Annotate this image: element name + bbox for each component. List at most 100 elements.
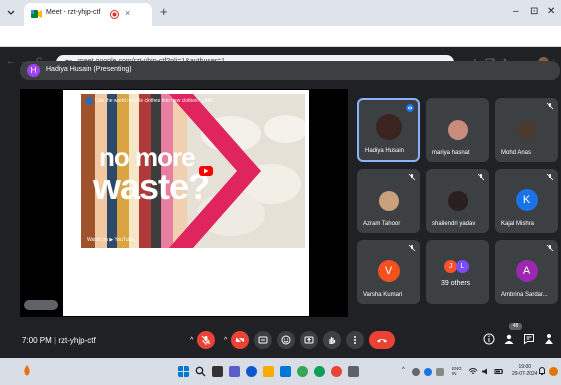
present-icon [304, 336, 314, 344]
new-tab-button[interactable]: + [160, 4, 168, 19]
present-screen-button[interactable] [300, 331, 318, 349]
windows-start-icon[interactable] [178, 366, 189, 377]
participant-photo [378, 191, 399, 211]
participant-tile[interactable]: Azram Tahoor [357, 169, 420, 233]
others-tile[interactable]: J L 39 others [426, 240, 489, 304]
video-headline-line2: waste? [93, 166, 210, 207]
tab-search-icon[interactable] [6, 8, 16, 18]
mic-muted-icon [408, 173, 416, 181]
youtube-play-icon[interactable] [199, 166, 213, 176]
channel-avatar[interactable] [85, 97, 93, 105]
language-indicator[interactable]: ENG IN [452, 366, 462, 376]
app-icon[interactable] [314, 366, 325, 377]
file-explorer-icon[interactable] [263, 366, 274, 377]
participant-initial-avatar: K [515, 189, 538, 211]
meeting-controls-bar: 7:00 PM | rzt-yhjp-ctf ^ ^ 48 [0, 322, 561, 358]
emoji-icon [281, 335, 291, 345]
volume-icon[interactable] [481, 366, 491, 377]
onedrive-icon[interactable] [412, 368, 420, 376]
speaking-indicator-icon [406, 104, 414, 112]
browser-tab-meet[interactable]: Meet - rzt-yhjp-ctf × [24, 3, 152, 26]
watch-on-youtube-link[interactable]: Watch on ▶ YouTube [87, 237, 134, 243]
participant-tile[interactable]: Mohd Anas [495, 98, 558, 162]
presenter-label: Hadiya Husain (Presenting) [46, 66, 132, 73]
meeting-details-icon[interactable] [483, 333, 495, 345]
youtube-video-embed[interactable]: Can the world recycle clothes into new c… [81, 94, 305, 248]
participant-tile[interactable]: Hadiya Husain [357, 98, 420, 162]
minimize-button[interactable]: – [513, 6, 519, 17]
os-taskbar: ^ ENG IN 19:00 29-07-2024 [0, 358, 561, 385]
meeting-time: 7:00 PM | rzt-yhjp-ctf [22, 336, 96, 345]
presentation-caption-pill[interactable] [24, 300, 58, 310]
taskbar-search-icon[interactable] [195, 366, 206, 377]
close-window-button[interactable]: ✕ [547, 6, 555, 17]
participant-tile[interactable]: A Ambrina Sardar... [495, 240, 558, 304]
others-count: 39 others [441, 280, 471, 287]
mic-toggle-button[interactable] [197, 331, 215, 349]
audio-options-caret[interactable]: ^ [190, 337, 193, 344]
raise-hand-button[interactable] [323, 331, 341, 349]
participant-name: Varsha Kumari [363, 292, 403, 298]
maximize-button[interactable]: ⊡ [530, 6, 538, 17]
tray-app-icon[interactable] [436, 368, 444, 376]
tray-app-icon[interactable] [424, 368, 432, 376]
browser-tab-strip: Meet - rzt-yhjp-ctf × + – ⊡ ✕ [0, 0, 561, 26]
participant-name: Mohd Anas [501, 150, 532, 156]
chrome-profile-icon[interactable] [331, 366, 342, 377]
recording-indicator-icon [110, 10, 119, 19]
captions-button[interactable] [254, 331, 272, 349]
tab-title: Meet - rzt-yhjp-ctf [46, 9, 101, 16]
mic-muted-icon [546, 102, 554, 110]
hand-icon [329, 337, 336, 344]
mic-muted-icon [546, 173, 554, 181]
tray-overflow-button[interactable]: ^ [402, 367, 405, 373]
settings-gear-icon[interactable] [348, 366, 359, 377]
copilot-icon[interactable] [549, 367, 558, 376]
captions-icon [258, 336, 268, 344]
tab-close-button[interactable]: × [125, 8, 130, 18]
participant-tile[interactable]: V Varsha Kumari [357, 240, 420, 304]
activities-icon[interactable] [543, 333, 555, 345]
people-count-badge: 48 [509, 323, 522, 330]
end-call-icon [377, 339, 387, 343]
participant-name: Ambrina Sardar... [501, 292, 548, 298]
meeting-code: rzt-yhjp-ctf [58, 336, 96, 345]
task-view-icon[interactable] [212, 366, 223, 377]
meet-favicon-icon [31, 10, 42, 18]
video-title[interactable]: Can the world recycle clothes into new c… [95, 98, 215, 104]
participant-initial-avatar: V [377, 260, 400, 282]
participant-tile[interactable]: mariya hasnat [426, 98, 489, 162]
participant-initial-avatar: A [515, 260, 538, 282]
chrome-app-icon[interactable] [297, 366, 308, 377]
store-app-icon[interactable] [280, 366, 291, 377]
presenter-avatar: H [27, 64, 40, 77]
wifi-icon[interactable] [468, 366, 478, 377]
reactions-button[interactable] [277, 331, 295, 349]
leave-call-button[interactable] [369, 331, 395, 349]
notifications-icon[interactable] [538, 366, 546, 377]
teams-app-icon[interactable] [229, 366, 240, 377]
people-icon[interactable] [503, 333, 515, 345]
battery-icon[interactable] [494, 366, 504, 377]
participant-name: shailendri yadav [432, 221, 476, 227]
participant-photo [375, 114, 402, 140]
video-options-caret[interactable]: ^ [224, 337, 227, 344]
participant-tile[interactable]: shailendri yadav [426, 169, 489, 233]
edge-app-icon[interactable] [246, 366, 257, 377]
mic-muted-icon [477, 173, 485, 181]
mic-muted-icon [408, 244, 416, 252]
others-avatar: L [456, 260, 469, 273]
weather-widget-icon[interactable] [21, 364, 33, 378]
mic-muted-icon [546, 244, 554, 252]
participant-photo [516, 120, 537, 140]
camera-toggle-button[interactable] [231, 331, 249, 349]
participant-name: Azram Tahoor [363, 221, 401, 227]
participant-tile[interactable]: K Kajal Mishra [495, 169, 558, 233]
participant-name: mariya hasnat [432, 150, 470, 156]
chat-icon[interactable] [523, 333, 535, 345]
more-options-button[interactable] [346, 331, 364, 349]
system-clock[interactable]: 19:00 29-07-2024 [512, 364, 538, 378]
camera-off-icon [235, 335, 245, 345]
more-vert-icon [354, 336, 356, 344]
back-button[interactable]: ← [6, 56, 16, 67]
